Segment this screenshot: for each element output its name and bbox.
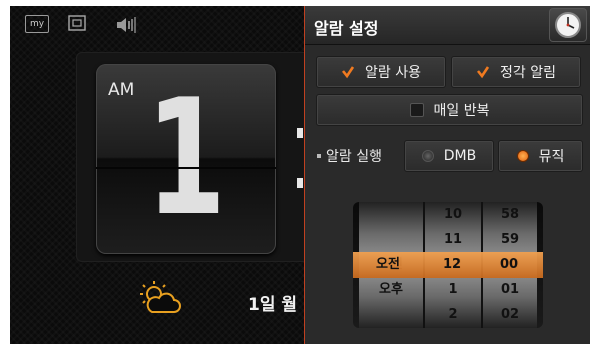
daily-repeat-checkbox[interactable]: 매일 반복 [316, 94, 583, 126]
window-icon[interactable] [68, 15, 86, 31]
my-icon[interactable]: my [25, 15, 49, 33]
bullet-icon [317, 154, 321, 158]
time-picker[interactable]: 오전 오후 10 11 12 1 2 58 59 00 01 02 [353, 202, 543, 328]
minute-cell: 58 [500, 207, 520, 222]
ampm-cell: 오후 [379, 282, 403, 297]
panel-header: 알람 설정 [305, 6, 590, 45]
radio-on-icon [516, 150, 529, 162]
alarm-use-label: 알람 사용 [365, 65, 421, 81]
alarm-run-label: 알람 실행 [317, 146, 382, 166]
panel-title: 알람 설정 [314, 19, 379, 38]
ampm-cell [359, 302, 423, 327]
unchecked-box-icon [409, 103, 424, 117]
radio-off-icon [421, 150, 434, 162]
run-option-music[interactable]: 뮤직 [498, 140, 583, 172]
hour-cell: 10 [443, 207, 463, 222]
hourly-alarm-label: 정각 알림 [500, 65, 556, 81]
selected-hour: 12 [442, 257, 462, 272]
date-text: 1일 월 [248, 295, 298, 315]
volume-icon-glyph [117, 17, 136, 33]
dmb-label: DMB [443, 148, 477, 164]
hour-cell: 2 [448, 307, 458, 322]
device-screen: my AM 1 1일 월 알람 설정 알람 사용 정각 알림 매일 반복 알람 … [10, 6, 590, 344]
alarm-run-text: 알람 실행 [326, 149, 382, 165]
check-icon [476, 66, 490, 79]
selected-ampm: 오전 [376, 257, 400, 272]
hour-cell: 11 [443, 232, 463, 247]
minute-cell: 01 [500, 282, 520, 297]
clock-button[interactable] [549, 8, 587, 42]
music-label: 뮤직 [538, 149, 565, 165]
alarm-use-checkbox[interactable]: 알람 사용 [316, 56, 446, 88]
minute-cell: 59 [500, 232, 520, 247]
window-icon-glyph [68, 15, 86, 31]
sun-cloud-icon [138, 280, 182, 316]
sun-cloud-icon-glyph [140, 281, 181, 313]
colon-dot-top [297, 128, 303, 138]
alarm-settings-panel: 알람 설정 알람 사용 정각 알림 매일 반복 알람 실행 DMB 뮤직 오후 … [304, 6, 590, 344]
hourly-alarm-checkbox[interactable]: 정각 알림 [451, 56, 581, 88]
ampm-cell [359, 202, 423, 227]
ampm-cell [359, 227, 423, 252]
minute-cell: 02 [500, 307, 520, 322]
daily-repeat-label: 매일 반복 [433, 103, 490, 119]
check-icon [341, 66, 355, 79]
clock-icon [555, 12, 581, 38]
colon-dot-bottom [297, 178, 303, 188]
picker-selected-row: 오전 12 00 [353, 252, 543, 278]
hour-digit: 1 [145, 64, 227, 251]
flip-clock-hour-card: AM 1 [96, 64, 276, 254]
selected-minute: 00 [499, 257, 519, 272]
my-icon-label: my [29, 19, 45, 29]
run-option-dmb[interactable]: DMB [404, 140, 494, 172]
hour-cell: 1 [448, 282, 458, 297]
volume-icon[interactable] [114, 15, 138, 35]
flip-divider [96, 167, 276, 169]
